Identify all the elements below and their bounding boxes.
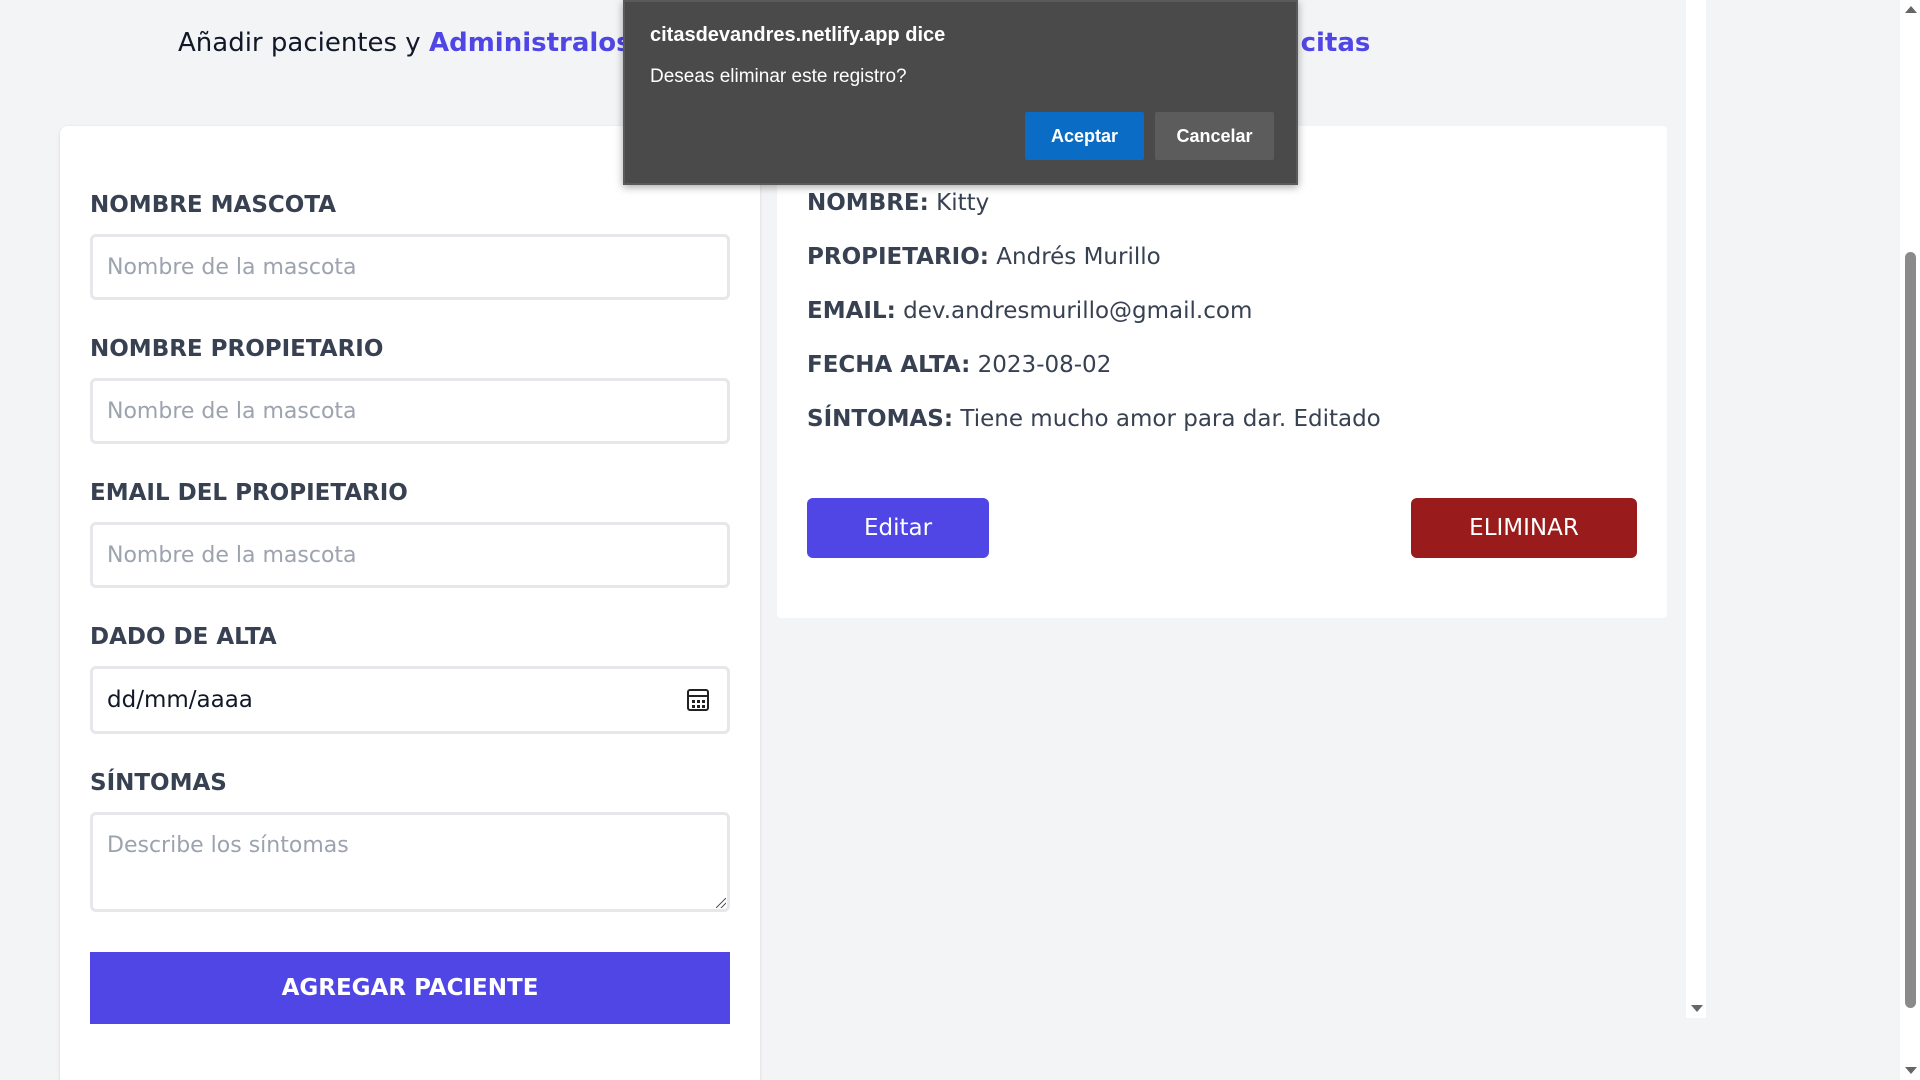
chevron-down-icon[interactable] [1905, 1067, 1917, 1074]
heading-prefix: Añadir pacientes y [178, 28, 429, 58]
patient-date-value: 2023-08-02 [977, 352, 1112, 378]
page-heading-left: Añadir pacientes y Administralos [178, 28, 632, 58]
patient-owner-value: Andrés Murillo [996, 244, 1161, 270]
chevron-down-icon[interactable] [1691, 1005, 1703, 1012]
calendar-icon[interactable] [687, 689, 709, 711]
patient-name-row: NOMBRE: Kitty [807, 190, 989, 216]
patient-symptoms-value: Tiene mucho amor para dar. Editado [960, 406, 1381, 432]
owner-name-label: NOMBRE PROPIETARIO [90, 336, 384, 362]
patient-date-row: FECHA ALTA: 2023-08-02 [807, 352, 1111, 378]
symptoms-textarea[interactable] [90, 812, 730, 912]
pet-name-input[interactable] [90, 234, 730, 300]
scrollbar-thumb[interactable] [1905, 252, 1916, 1008]
accept-button[interactable]: Aceptar [1025, 112, 1144, 160]
patient-symptoms-label: SÍNTOMAS: [807, 406, 954, 432]
patient-card: NOMBRE: Kitty PROPIETARIO: Andrés Murill… [777, 126, 1667, 618]
confirm-dialog: citasdevandres.netlify.app dice Deseas e… [623, 0, 1298, 185]
pet-name-label: NOMBRE MASCOTA [90, 192, 337, 218]
patient-owner-row: PROPIETARIO: Andrés Murillo [807, 244, 1161, 270]
cancel-button[interactable]: Cancelar [1155, 112, 1274, 160]
patient-form: NOMBRE MASCOTA NOMBRE PROPIETARIO EMAIL … [60, 126, 760, 1080]
owner-email-input[interactable] [90, 522, 730, 588]
dialog-title: citasdevandres.netlify.app dice [650, 24, 946, 46]
add-patient-button[interactable]: AGREGAR PACIENTE [90, 952, 730, 1024]
symptoms-label: SÍNTOMAS [90, 770, 227, 796]
patient-email-value: dev.andresmurillo@gmail.com [903, 298, 1253, 324]
patient-email-label: EMAIL: [807, 298, 896, 324]
edit-button[interactable]: Editar [807, 498, 989, 558]
delete-button[interactable]: ELIMINAR [1411, 498, 1637, 558]
heading-accent: Administralos [428, 28, 632, 58]
patient-owner-label: PROPIETARIO: [807, 244, 989, 270]
owner-name-input[interactable] [90, 378, 730, 444]
discharge-date-input[interactable]: dd/mm/aaaa [90, 666, 730, 734]
patient-symptoms-row: SÍNTOMAS: Tiene mucho amor para dar. Edi… [807, 406, 1381, 432]
chevron-up-icon[interactable] [1905, 6, 1917, 13]
patient-name-label: NOMBRE: [807, 190, 929, 216]
window-scrollbar[interactable] [1900, 0, 1920, 1080]
inner-scrollbar[interactable] [1686, 0, 1706, 1018]
patient-date-label: FECHA ALTA: [807, 352, 971, 378]
dialog-message: Deseas eliminar este registro? [650, 66, 907, 87]
symptoms-wrapper [60, 812, 760, 912]
patient-email-row: EMAIL: dev.andresmurillo@gmail.com [807, 298, 1252, 324]
owner-email-label: EMAIL DEL PROPIETARIO [90, 480, 408, 506]
patient-name-value: Kitty [936, 190, 990, 216]
resize-handle-icon[interactable] [716, 898, 726, 908]
date-value: dd/mm/aaaa [107, 687, 253, 713]
discharge-date-label: DADO DE ALTA [90, 624, 277, 650]
